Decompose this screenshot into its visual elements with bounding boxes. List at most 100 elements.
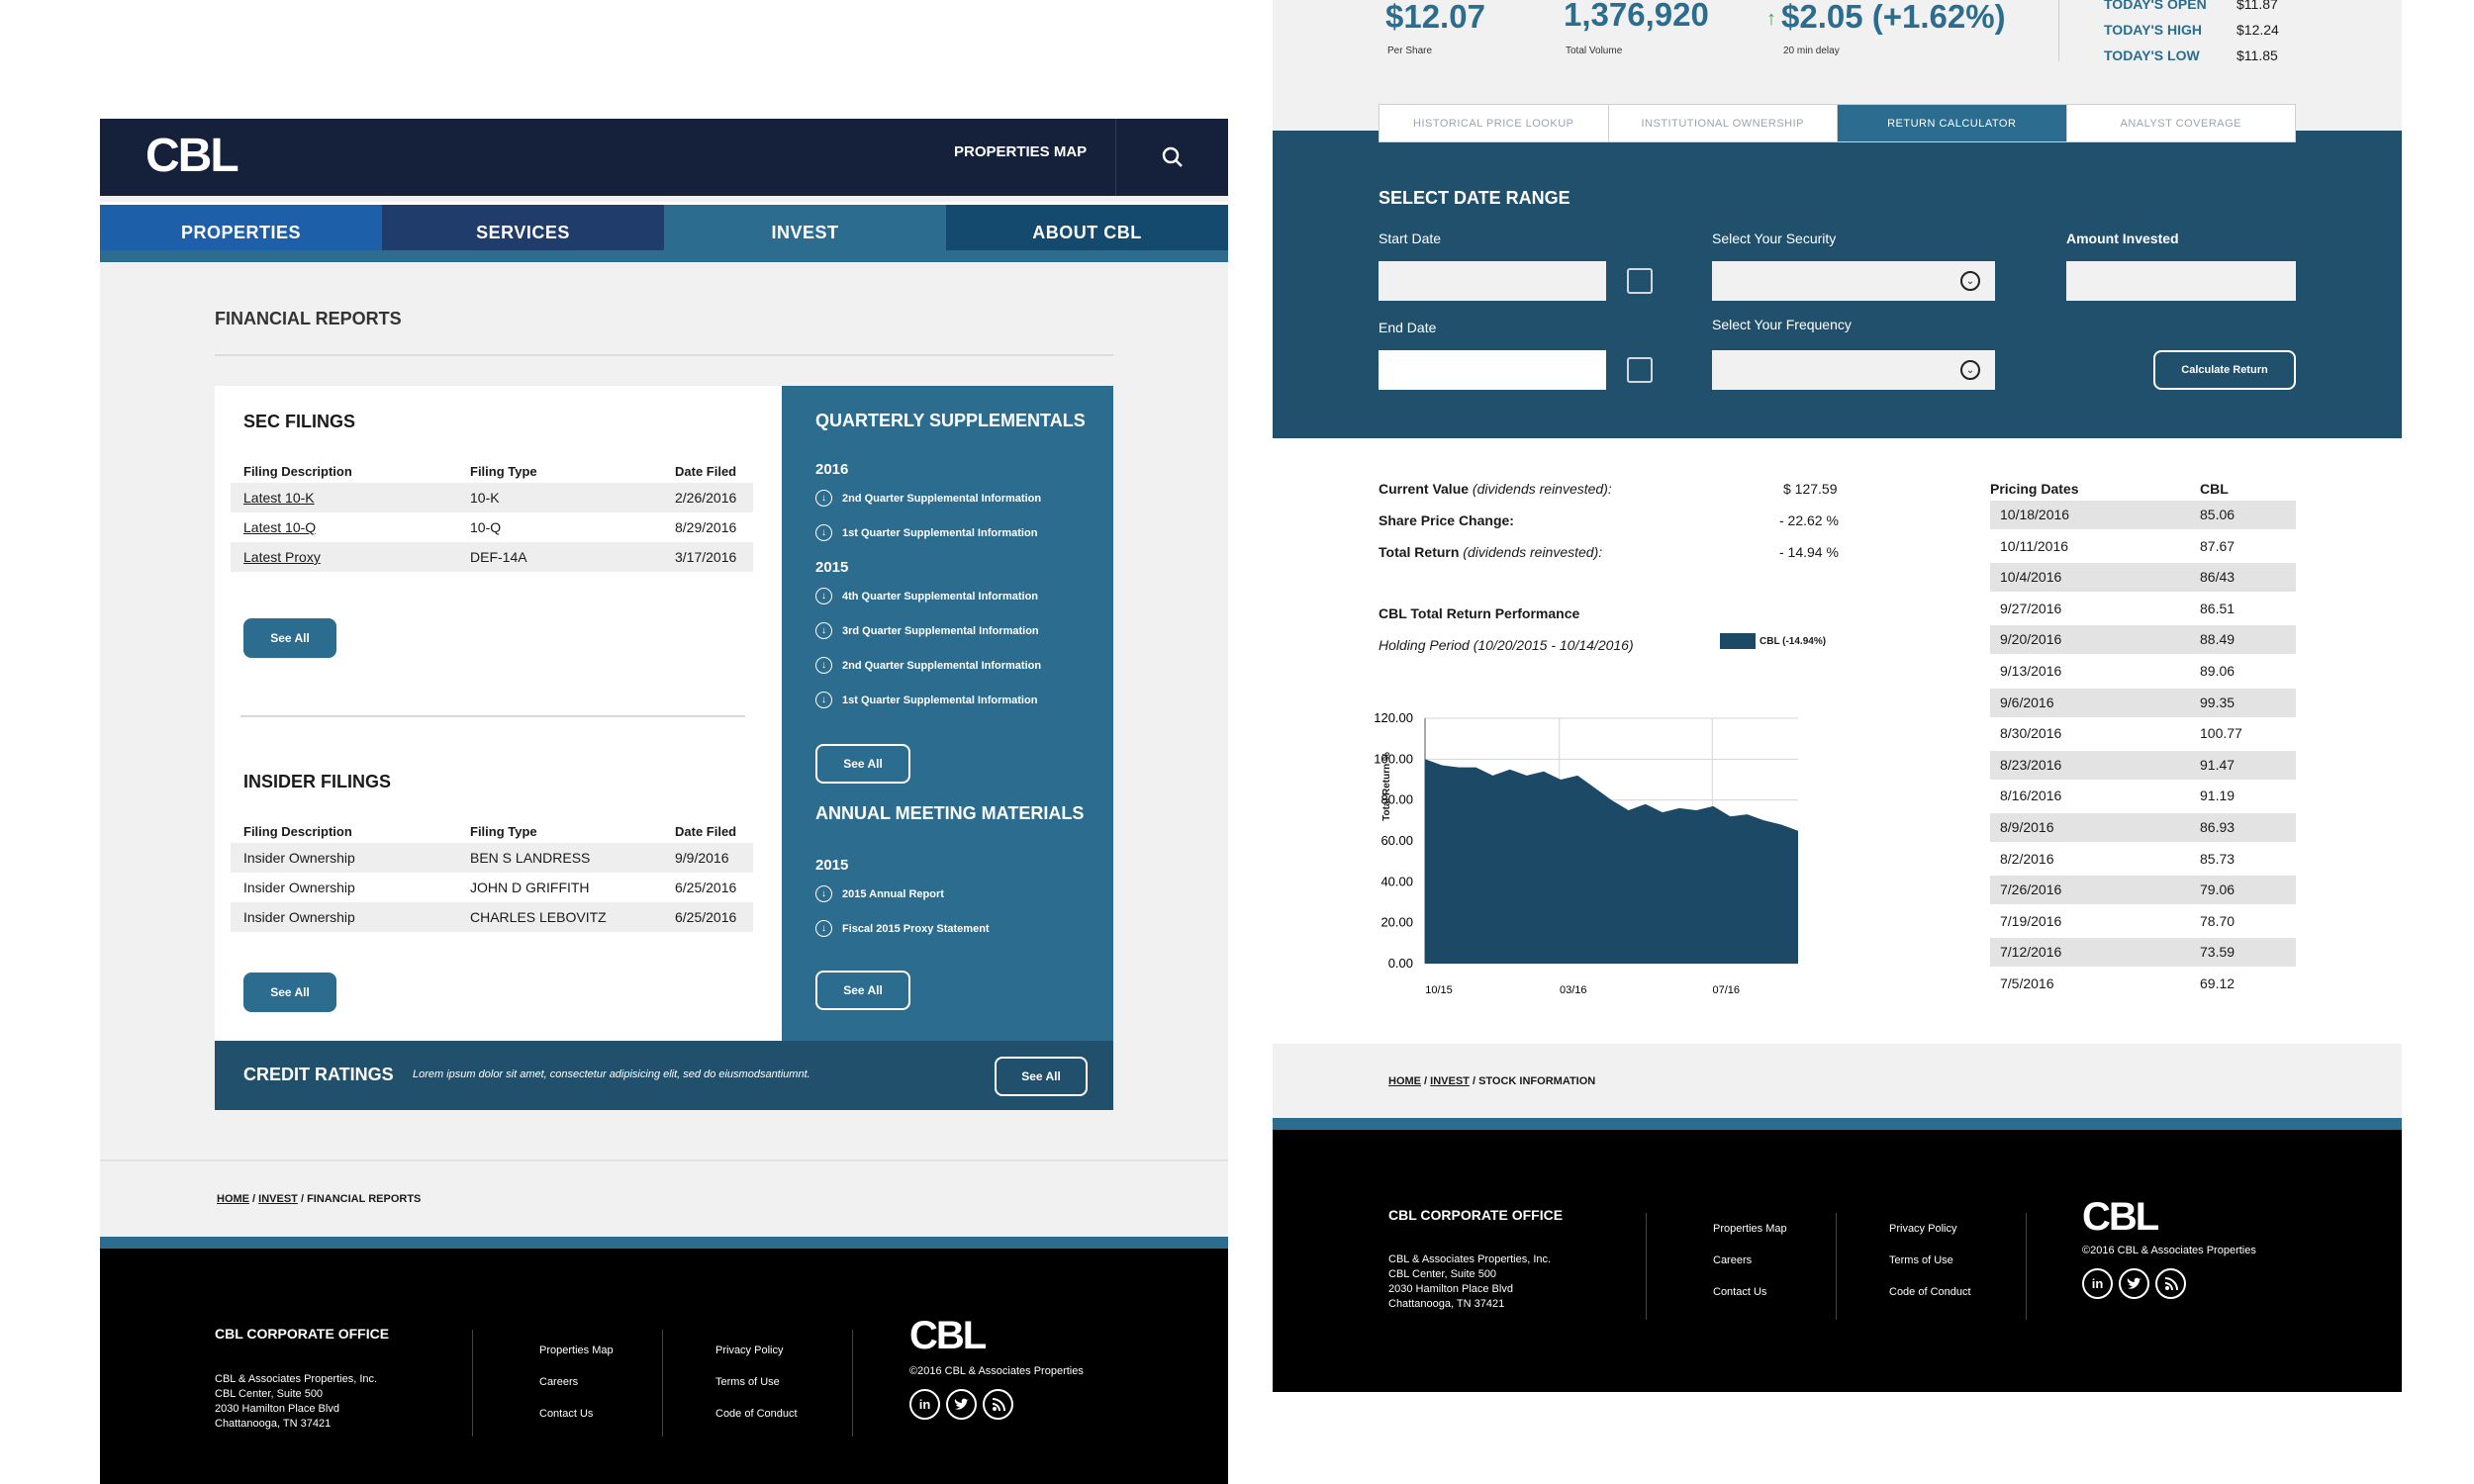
properties-map-link[interactable]: PROPERTIES MAP xyxy=(954,143,1087,160)
y-axis-label: Total Return % xyxy=(1381,752,1392,821)
breadcrumb-home[interactable]: HOME xyxy=(1388,1075,1421,1087)
amount-input[interactable] xyxy=(2066,261,2296,301)
filing-link[interactable]: Latest 10-K xyxy=(243,490,315,506)
stats-divider xyxy=(2058,0,2059,61)
footer-link[interactable]: Terms of Use xyxy=(1889,1254,1953,1266)
footer-divider xyxy=(662,1330,663,1437)
breadcrumb-invest[interactable]: INVEST xyxy=(258,1193,298,1205)
quarterly-see-all-button[interactable]: See All xyxy=(815,744,910,784)
tab-analyst-coverage[interactable]: ANALYST COVERAGE xyxy=(2067,105,2296,141)
download-icon: ↓ xyxy=(815,490,832,507)
label-text: Total Return xyxy=(1379,544,1460,560)
total-return-label: Total Return (dividends reinvested): xyxy=(1379,544,1602,560)
pricing-row: 9/27/2016 86.51 xyxy=(1990,595,2296,623)
filing-link[interactable]: Latest 10-Q xyxy=(243,519,316,535)
annual-see-all-button[interactable]: See All xyxy=(815,971,910,1010)
footer-link[interactable]: Code of Conduct xyxy=(715,1408,798,1420)
pricing-date: 7/5/2016 xyxy=(2000,975,2054,991)
supplemental-label: 4th Quarter Supplemental Information xyxy=(842,590,1039,603)
supplemental-link[interactable]: ↓ 4th Quarter Supplemental Information xyxy=(815,588,1038,604)
footer-link[interactable]: Contact Us xyxy=(1713,1286,1766,1298)
end-date-input[interactable] xyxy=(1379,350,1606,390)
linkedin-icon[interactable]: in xyxy=(909,1389,940,1420)
pricing-date: 7/26/2016 xyxy=(2000,881,2062,898)
tab-historical-price-lookup[interactable]: HISTORICAL PRICE LOOKUP xyxy=(1380,105,1609,141)
filing-date: 2/26/2016 xyxy=(675,490,737,506)
calendar-icon[interactable] xyxy=(1627,268,1653,294)
supplemental-link[interactable]: ↓ 1st Quarter Supplemental Information xyxy=(815,692,1037,708)
table-row: Insider Ownership BEN S LANDRESS 9/9/201… xyxy=(231,843,753,873)
frequency-select[interactable] xyxy=(1712,350,1995,390)
pricing-date: 8/2/2016 xyxy=(2000,850,2054,867)
footer-link[interactable]: Contact Us xyxy=(539,1408,593,1420)
filing-type: 10-Q xyxy=(470,519,502,535)
footer-link[interactable]: Privacy Policy xyxy=(715,1345,783,1356)
footer-link[interactable]: Careers xyxy=(1713,1254,1752,1266)
year-label: 2015 xyxy=(815,857,849,874)
security-select[interactable] xyxy=(1712,261,1995,301)
supplemental-link[interactable]: ↓ 3rd Quarter Supplemental Information xyxy=(815,622,1039,639)
supplemental-link[interactable]: ↓ 2nd Quarter Supplemental Information xyxy=(815,657,1041,674)
price-change: $2.05 (+1.62%) xyxy=(1781,0,2006,35)
footer-link[interactable]: Privacy Policy xyxy=(1889,1223,1956,1235)
annual-link[interactable]: ↓ Fiscal 2015 Proxy Statement xyxy=(815,920,990,937)
breadcrumb-home[interactable]: HOME xyxy=(217,1193,249,1205)
current-value-label: Current Value (dividends reinvested): xyxy=(1379,481,1612,497)
up-arrow-icon: ↑ xyxy=(1766,8,1776,30)
search-icon xyxy=(1162,146,1183,167)
credit-see-all-button[interactable]: See All xyxy=(995,1057,1088,1096)
calculate-return-button[interactable]: Calculate Return xyxy=(2153,350,2296,390)
y-tick-label: 0.00 xyxy=(1388,956,1413,971)
label-note: (dividends reinvested): xyxy=(1463,544,1603,560)
linkedin-icon[interactable]: in xyxy=(2082,1268,2113,1299)
label-text: Current Value xyxy=(1379,481,1470,497)
pricing-value: 73.59 xyxy=(2200,944,2236,961)
pricing-value: 86/43 xyxy=(2200,569,2236,586)
download-icon: ↓ xyxy=(815,657,832,674)
supplemental-link[interactable]: ↓ 2nd Quarter Supplemental Information xyxy=(815,490,1041,507)
return-calculator-panel: SELECT DATE RANGE Start Date Select Your… xyxy=(1273,131,2402,438)
calendar-icon[interactable] xyxy=(1627,357,1653,383)
start-date-input[interactable] xyxy=(1379,261,1606,301)
footer-link[interactable]: Code of Conduct xyxy=(1889,1286,1971,1298)
pricing-row: 8/9/2016 86.93 xyxy=(1990,813,2296,842)
pricing-date: 7/12/2016 xyxy=(2000,944,2062,961)
nav-underline xyxy=(100,250,1228,262)
footer-link[interactable]: Properties Map xyxy=(1713,1223,1787,1235)
download-icon: ↓ xyxy=(815,622,832,639)
twitter-icon[interactable] xyxy=(2119,1268,2149,1299)
tab-return-calculator[interactable]: RETURN CALCULATOR xyxy=(1838,105,2067,141)
twitter-icon[interactable] xyxy=(946,1389,977,1420)
current-value: $ 127.59 xyxy=(1783,481,1838,497)
filer-name: BEN S LANDRESS xyxy=(470,850,591,866)
download-icon: ↓ xyxy=(815,920,832,937)
year-label: 2016 xyxy=(815,461,849,478)
footer-accent xyxy=(1273,1118,2402,1130)
supplemental-link[interactable]: ↓ 1st Quarter Supplemental Information xyxy=(815,524,1037,541)
footer-address: CBL & Associates Properties, Inc. CBL Ce… xyxy=(1388,1252,1551,1312)
annual-link[interactable]: ↓ 2015 Annual Report xyxy=(815,885,944,902)
rss-icon[interactable] xyxy=(983,1389,1013,1420)
amount-label: Amount Invested xyxy=(2066,231,2179,246)
sec-see-all-button[interactable]: See All xyxy=(243,618,336,658)
breadcrumb-divider xyxy=(100,1159,1228,1161)
footer-link[interactable]: Terms of Use xyxy=(715,1376,780,1388)
footer-link[interactable]: Careers xyxy=(539,1376,578,1388)
tab-institutional-ownership[interactable]: INSTITUTIONAL OWNERSHIP xyxy=(1609,105,1838,141)
footer-link[interactable]: Properties Map xyxy=(539,1345,614,1356)
filing-date: 6/25/2016 xyxy=(675,909,737,925)
cbl-logo[interactable]: CBL xyxy=(145,129,239,183)
filing-desc: Insider Ownership xyxy=(243,909,355,925)
todays-open-label: TODAY'S OPEN xyxy=(2104,0,2207,12)
pricing-value: 87.67 xyxy=(2200,537,2236,554)
search-button[interactable] xyxy=(1115,119,1228,196)
footer-copyright: ©2016 CBL & Associates Properties xyxy=(2082,1245,2256,1256)
rss-icon[interactable] xyxy=(2155,1268,2186,1299)
download-icon: ↓ xyxy=(815,588,832,604)
insider-see-all-button[interactable]: See All xyxy=(243,973,336,1012)
filing-link[interactable]: Latest Proxy xyxy=(243,549,321,565)
pricing-row: 9/20/2016 88.49 xyxy=(1990,625,2296,655)
x-tick-label: 07/16 xyxy=(1713,984,1741,996)
breadcrumb-invest[interactable]: INVEST xyxy=(1430,1075,1470,1087)
pricing-row: 10/4/2016 86/43 xyxy=(1990,563,2296,593)
